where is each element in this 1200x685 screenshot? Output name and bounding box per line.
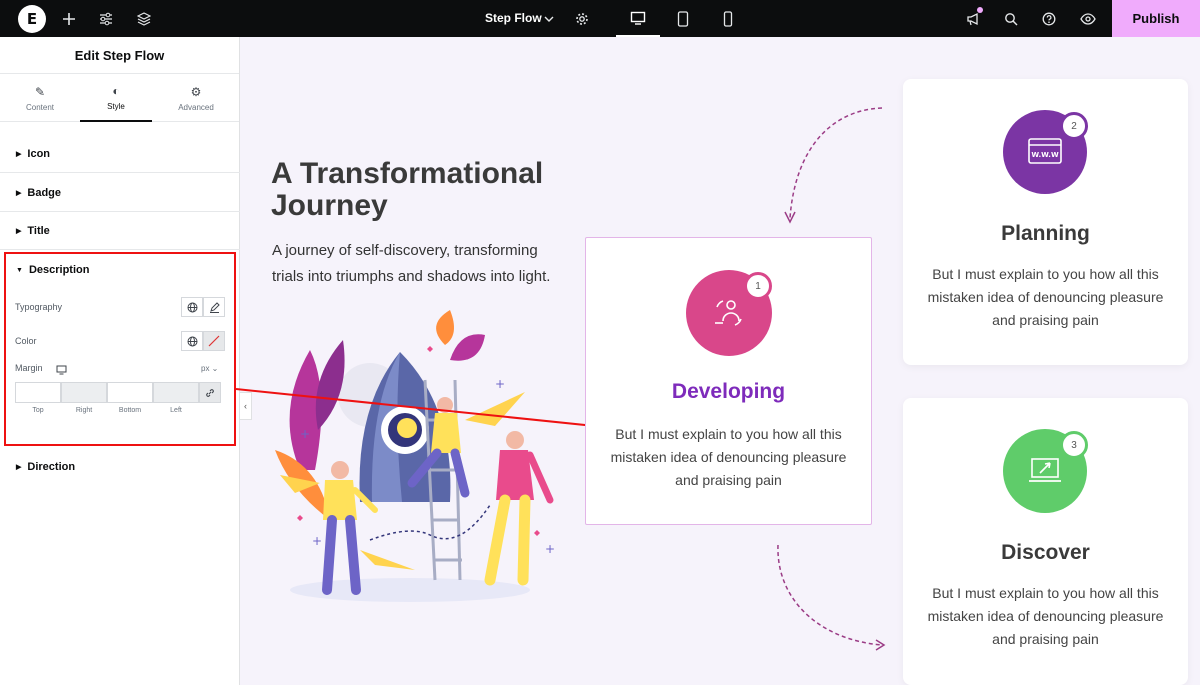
svg-text:W.W.W: W.W.W — [1031, 151, 1059, 159]
step-description: But I must explain to you how all this m… — [927, 585, 1164, 647]
connector-arrow-top — [789, 107, 883, 219]
svg-text:+: + — [545, 542, 555, 556]
step-description: But I must explain to you how all this m… — [610, 426, 847, 488]
step-badge: 2 — [1060, 112, 1088, 140]
rocket-laptop-icon — [1029, 458, 1061, 482]
step-title: Discover — [1001, 541, 1090, 564]
step-title: Developing — [671, 380, 786, 403]
page-subtext: A journey of self-discovery, transformin… — [272, 242, 551, 285]
page-heading: A Transformational Journey — [271, 157, 544, 222]
step-title: Planning — [1001, 222, 1090, 245]
step-badge: 1 — [744, 272, 772, 300]
svg-text:+: + — [312, 534, 322, 548]
step-card-developing[interactable]: 1 Developing But I must explain to you h… — [585, 237, 872, 525]
step-card-discover[interactable]: 3 Discover But I must explain to you how… — [903, 398, 1188, 685]
step-description: But I must explain to you how all this m… — [927, 266, 1164, 328]
step-badge: 3 — [1060, 431, 1088, 459]
svg-text:+: + — [495, 377, 505, 391]
step-card-planning[interactable]: W.W.W 2 Planning But I must explain to y… — [903, 79, 1188, 365]
svg-text:+: + — [300, 427, 310, 441]
connector-arrow-bottom — [777, 544, 883, 646]
rocket-team-illustration: + + + + — [275, 310, 555, 602]
people-exchange-icon — [715, 300, 742, 326]
browser-www-icon: W.W.W — [1028, 138, 1062, 164]
